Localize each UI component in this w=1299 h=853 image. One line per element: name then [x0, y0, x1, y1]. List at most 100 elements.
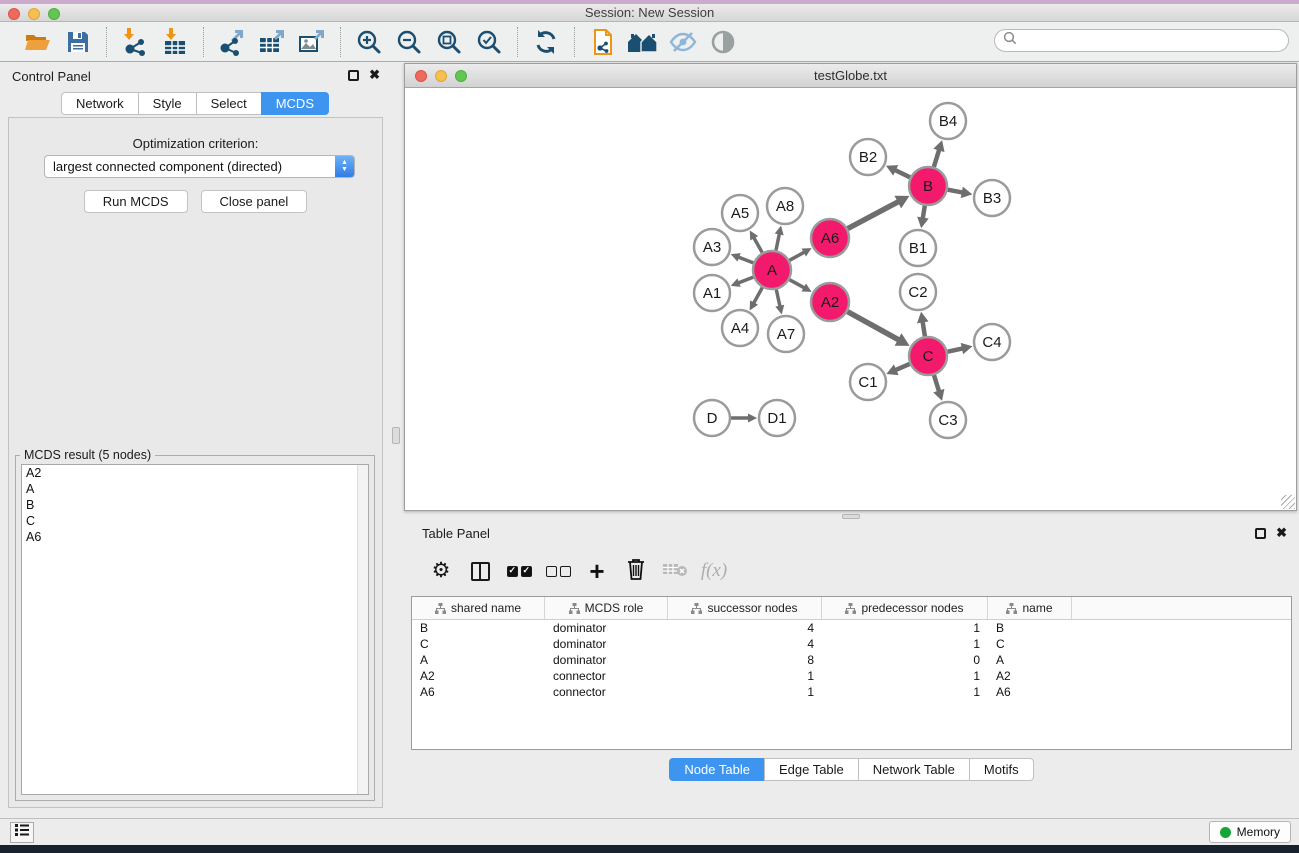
home-button[interactable]	[627, 27, 659, 57]
mcds-result-list[interactable]: A2ABCA6	[21, 464, 369, 795]
zoom-fit-button[interactable]	[433, 27, 465, 57]
memory-button[interactable]: Memory	[1209, 821, 1291, 843]
close-panel-button[interactable]: Close panel	[201, 190, 308, 213]
search-input[interactable]	[1022, 30, 1288, 51]
zoom-in-button[interactable]	[353, 27, 385, 57]
export-image-button[interactable]	[296, 27, 328, 57]
graph-node-label: A8	[776, 198, 794, 215]
close-panel-icon[interactable]: ✖	[1276, 526, 1287, 540]
import-network-button[interactable]	[119, 27, 151, 57]
run-mcds-button[interactable]: Run MCDS	[84, 190, 188, 213]
table-toolbar: ⚙ + f(x)	[410, 550, 1293, 592]
memory-label: Memory	[1237, 825, 1280, 839]
gear-button[interactable]: ⚙	[426, 556, 456, 586]
graph-edge[interactable]	[790, 251, 807, 260]
deselect-all-button[interactable]	[543, 556, 573, 586]
table-cell: 8	[668, 653, 822, 667]
graph-edge[interactable]	[848, 200, 902, 228]
import-table-button[interactable]	[159, 27, 191, 57]
graph-node-label: C3	[938, 412, 957, 429]
table-cell: A2	[988, 669, 1072, 683]
minimize-network-button[interactable]	[435, 70, 447, 82]
graph-edge[interactable]	[753, 236, 762, 253]
zoom-selected-button[interactable]	[473, 27, 505, 57]
close-network-button[interactable]	[415, 70, 427, 82]
table-cell: 0	[822, 653, 988, 667]
result-item[interactable]: A	[22, 481, 368, 497]
export-network-button[interactable]	[216, 27, 248, 57]
zoom-out-button[interactable]	[393, 27, 425, 57]
refresh-button[interactable]	[530, 27, 562, 57]
tab-motifs[interactable]: Motifs	[969, 758, 1034, 781]
delete-column-button[interactable]	[621, 556, 651, 586]
tab-network[interactable]: Network	[61, 92, 138, 115]
result-item[interactable]: A6	[22, 529, 368, 545]
delete-table-button[interactable]	[660, 556, 690, 586]
column-header[interactable]: MCDS role	[545, 597, 668, 619]
add-column-icon: +	[589, 559, 604, 583]
tab-style[interactable]: Style	[138, 92, 196, 115]
close-panel-icon[interactable]: ✖	[369, 68, 380, 82]
network-canvas[interactable]: AA1A2A3A4A5A6A7A8BB1B2B3B4CC1C2C3C4DD1	[405, 89, 1296, 510]
zoom-window-button[interactable]	[48, 8, 60, 20]
column-header[interactable]: successor nodes	[668, 597, 822, 619]
search-field[interactable]	[994, 29, 1289, 52]
network-resize-grip[interactable]	[1281, 495, 1295, 509]
tab-edge-table[interactable]: Edge Table	[764, 758, 858, 781]
control-panel-tabs: NetworkStyleSelectMCDS	[0, 92, 390, 115]
table-cell: 1	[822, 669, 988, 683]
float-panel-icon[interactable]	[348, 70, 359, 81]
result-scrollbar[interactable]	[357, 465, 368, 794]
open-file-button[interactable]	[22, 27, 54, 57]
table-row[interactable]: A2connector11A2	[412, 668, 1291, 684]
table-row[interactable]: A6connector11A6	[412, 684, 1291, 700]
edge-arrowhead-icon	[775, 305, 784, 315]
result-item[interactable]: A2	[22, 465, 368, 481]
graph-node-label: A2	[821, 294, 839, 311]
tab-network-table[interactable]: Network Table	[858, 758, 969, 781]
float-panel-icon[interactable]	[1255, 528, 1266, 539]
select-all-button[interactable]	[504, 556, 534, 586]
vertical-splitter[interactable]	[390, 62, 404, 818]
export-table-button[interactable]	[256, 27, 288, 57]
save-session-button[interactable]	[62, 27, 94, 57]
table-cell: 1	[822, 685, 988, 699]
splitter-grip[interactable]	[392, 427, 400, 444]
result-item[interactable]: C	[22, 513, 368, 529]
network-window-titlebar[interactable]: testGlobe.txt	[405, 64, 1296, 88]
zoom-in-icon	[356, 29, 382, 55]
tab-select[interactable]: Select	[196, 92, 261, 115]
graph-edge[interactable]	[753, 288, 763, 305]
table-row[interactable]: Cdominator41C	[412, 636, 1291, 652]
result-item[interactable]: B	[22, 497, 368, 513]
column-header[interactable]: predecessor nodes	[822, 597, 988, 619]
graph-edge[interactable]	[776, 290, 780, 309]
splitter-grip[interactable]	[842, 514, 860, 519]
hide-panels-button[interactable]	[667, 27, 699, 57]
show-panels-button[interactable]	[707, 27, 739, 57]
column-header[interactable]: name	[988, 597, 1072, 619]
show-panels-icon	[710, 29, 736, 55]
criterion-select[interactable]: largest connected component (directed) ▲…	[44, 155, 355, 178]
task-history-button[interactable]	[10, 822, 34, 843]
graph-edge[interactable]	[776, 232, 780, 251]
tab-node-table[interactable]: Node Table	[669, 758, 764, 781]
status-bar: Memory	[0, 818, 1299, 845]
node-table[interactable]: shared nameMCDS rolesuccessor nodesprede…	[411, 596, 1292, 750]
table-row[interactable]: Bdominator41B	[412, 620, 1291, 636]
function-builder-button[interactable]: f(x)	[699, 556, 729, 586]
tab-mcds[interactable]: MCDS	[261, 92, 329, 115]
column-header[interactable]: shared name	[412, 597, 545, 619]
zoom-selected-icon	[476, 29, 502, 55]
zoom-network-button[interactable]	[455, 70, 467, 82]
graph-edge[interactable]	[848, 312, 902, 342]
minimize-window-button[interactable]	[28, 8, 40, 20]
edge-arrowhead-icon	[917, 217, 929, 229]
graph-edge[interactable]	[790, 280, 807, 289]
table-row[interactable]: Adominator80A	[412, 652, 1291, 668]
close-window-button[interactable]	[8, 8, 20, 20]
hide-panels-icon	[669, 30, 697, 54]
split-columns-button[interactable]	[465, 556, 495, 586]
add-column-button[interactable]: +	[582, 556, 612, 586]
clone-network-button[interactable]	[587, 27, 619, 57]
